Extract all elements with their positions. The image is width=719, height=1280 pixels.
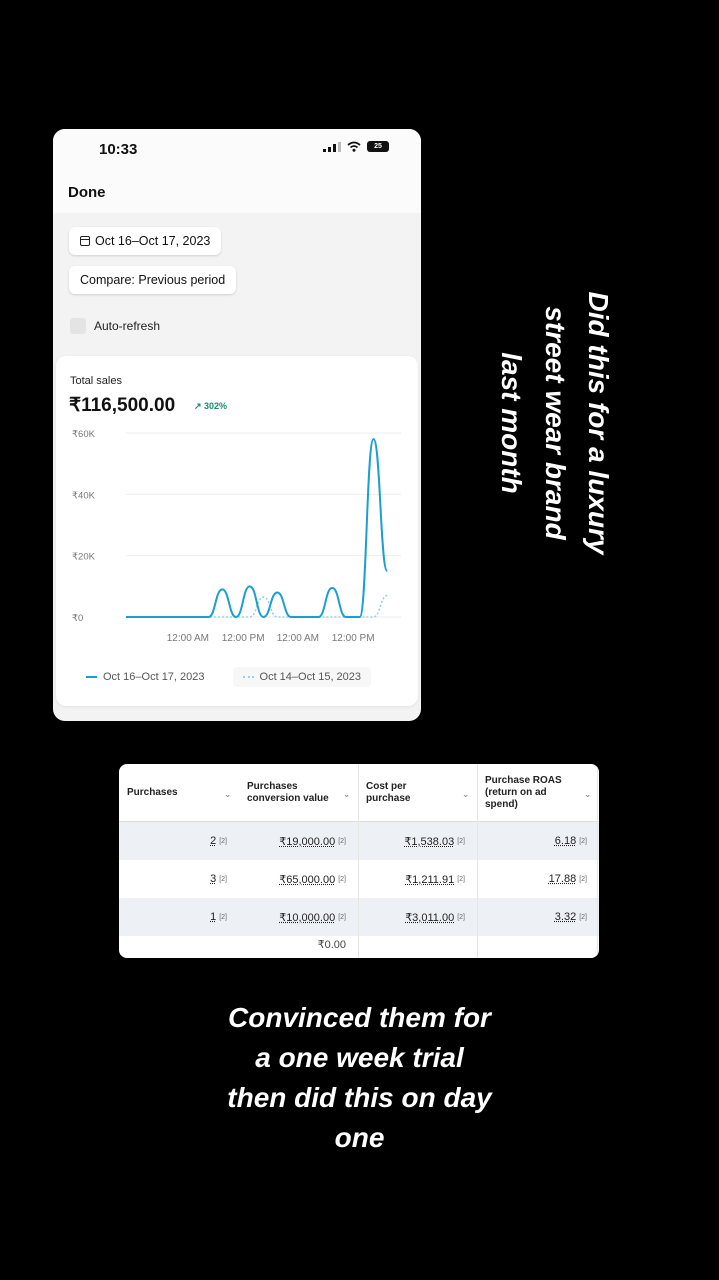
header-text: Purchase ROAS (return on ad spend) (485, 774, 562, 810)
table-row[interactable]: 1 [2] ₹10,000.00 [2] ₹3,011.00 [2] 3.32 [2] (119, 898, 599, 936)
bottom-caption-line: one (334, 1122, 385, 1153)
sort-icon[interactable]: ⌄ (224, 790, 231, 800)
cell-roas: 6.18 [2] (554, 835, 587, 847)
sort-icon[interactable]: ⌄ (584, 790, 591, 800)
x-tick-label: 12:00 PM (332, 633, 375, 644)
analytics-screenshot: 10:33 25 Done Oct 16–Oct 17, 2023 Compar… (53, 129, 421, 721)
bottom-caption-line: then did this on day (227, 1082, 492, 1113)
y-tick-label: ₹0 (72, 613, 83, 624)
wifi-icon (347, 141, 361, 152)
bottom-caption-line: Convinced them for (228, 1002, 491, 1033)
bottom-caption: Convinced them for a one week trial then… (150, 998, 569, 1158)
column-header-roas[interactable]: Purchase ROAS (return on ad spend) ⌄ (477, 764, 599, 821)
date-range-button[interactable]: Oct 16–Oct 17, 2023 (69, 227, 222, 255)
battery-icon: 25 (367, 141, 389, 152)
column-divider (597, 764, 598, 958)
table-row-partial: ₹0.00 (119, 936, 599, 958)
total-sales-value: ₹116,500.00 (69, 395, 176, 416)
percent-change-badge: ↗ 302% (194, 401, 228, 411)
cell-cost-per-purchase: ₹1,538.03 [2] (404, 835, 465, 848)
date-range-label: Oct 16–Oct 17, 2023 (95, 234, 211, 248)
auto-refresh-toggle[interactable]: Auto-refresh (70, 318, 160, 334)
column-header-purchases[interactable]: Purchases ⌄ (119, 764, 239, 821)
column-header-conversion-value[interactable]: Purchases conversion value ⌄ (239, 764, 358, 821)
legend-item-current: Oct 16–Oct 17, 2023 (86, 671, 205, 683)
legend-item-previous: Oct 14–Oct 15, 2023 (232, 667, 372, 687)
sort-icon[interactable]: ⌄ (343, 790, 350, 800)
status-time: 10:33 (99, 141, 138, 158)
vertical-caption-line: street wear brand (539, 306, 571, 540)
auto-refresh-label: Auto-refresh (94, 319, 161, 333)
ads-results-table: Purchases ⌄ Purchases conversion value ⌄ … (119, 764, 599, 958)
auto-refresh-checkbox[interactable] (70, 318, 86, 334)
calendar-icon (80, 236, 90, 246)
vertical-caption-text: Did this for a luxury street wear brand … (490, 258, 620, 588)
status-icons: 25 (323, 141, 389, 152)
cell-cost-per-purchase: ₹1,211.91 [2] (405, 873, 465, 886)
column-divider (358, 764, 359, 958)
cell-purchases: 2 [2] (210, 835, 227, 847)
cell-roas: 3.32 [2] (554, 911, 587, 923)
cell-cost-per-purchase: ₹3,011.00 [2] (405, 911, 465, 924)
cell-conversion-value: ₹19,000.00 [2] (279, 835, 346, 848)
header-text: Purchases (127, 786, 178, 798)
total-sales-label: Total sales (70, 375, 122, 387)
compare-button[interactable]: Compare: Previous period (69, 266, 237, 294)
cell-roas: 17.88 [2] (548, 873, 587, 885)
total-sales-card: Total sales ₹116,500.00 ↗ 302% ₹60K ₹40K ₹… (56, 356, 418, 706)
y-tick-label: ₹40K (72, 490, 96, 501)
y-tick-label: ₹20K (72, 552, 96, 563)
bottom-caption-line: a one week trial (255, 1042, 464, 1073)
legend-dotted-line-icon (242, 676, 254, 678)
done-button[interactable]: Done (68, 184, 106, 201)
y-tick-label: ₹60K (72, 429, 96, 440)
table-row[interactable]: 3 [2] ₹65,000.00 [2] ₹1,211.91 [2] 17.88 [2] (119, 860, 599, 898)
legend-label-previous: Oct 14–Oct 15, 2023 (259, 671, 362, 683)
compare-label: Compare: Previous period (80, 273, 226, 287)
sales-chart: ₹60K ₹40K ₹20K ₹0 12:00 AM 12:00 PM 12:00 AM 12… (72, 429, 401, 644)
vertical-caption: Did this for a luxury street wear brand … (495, 258, 615, 588)
table-row[interactable]: 2 [2] ₹19,000.00 [2] ₹1,538.03 [2] 6.18 [2] (119, 822, 599, 860)
cell-purchases: 3 [2] (210, 873, 227, 885)
sort-icon[interactable]: ⌄ (462, 790, 469, 800)
cell-conversion-value: ₹65,000.00 [2] (279, 873, 346, 886)
vertical-caption-line: last month (496, 352, 528, 494)
chart-legend: Oct 16–Oct 17, 2023 Oct 14–Oct 15, 2023 (86, 663, 402, 691)
cell-conversion-value-partial: ₹0.00 (317, 939, 346, 951)
header-text: Cost per purchase (366, 780, 411, 804)
cell-conversion-value: ₹10,000.00 [2] (279, 911, 346, 924)
legend-label-current: Oct 16–Oct 17, 2023 (103, 671, 205, 683)
column-divider (477, 764, 478, 958)
column-header-cost-per-purchase[interactable]: Cost per purchase ⌄ (358, 764, 477, 821)
x-tick-label: 12:00 PM (222, 633, 265, 644)
series-line-current (126, 438, 389, 619)
signal-icon (323, 141, 341, 152)
legend-solid-line-icon (86, 676, 97, 678)
header-text: Purchases conversion value (247, 780, 329, 804)
x-tick-label: 12:00 AM (277, 633, 319, 644)
cell-purchases: 1 [2] (210, 911, 227, 923)
vertical-caption-line: Did this for a luxury (583, 291, 615, 555)
x-tick-label: 12:00 AM (167, 633, 209, 644)
